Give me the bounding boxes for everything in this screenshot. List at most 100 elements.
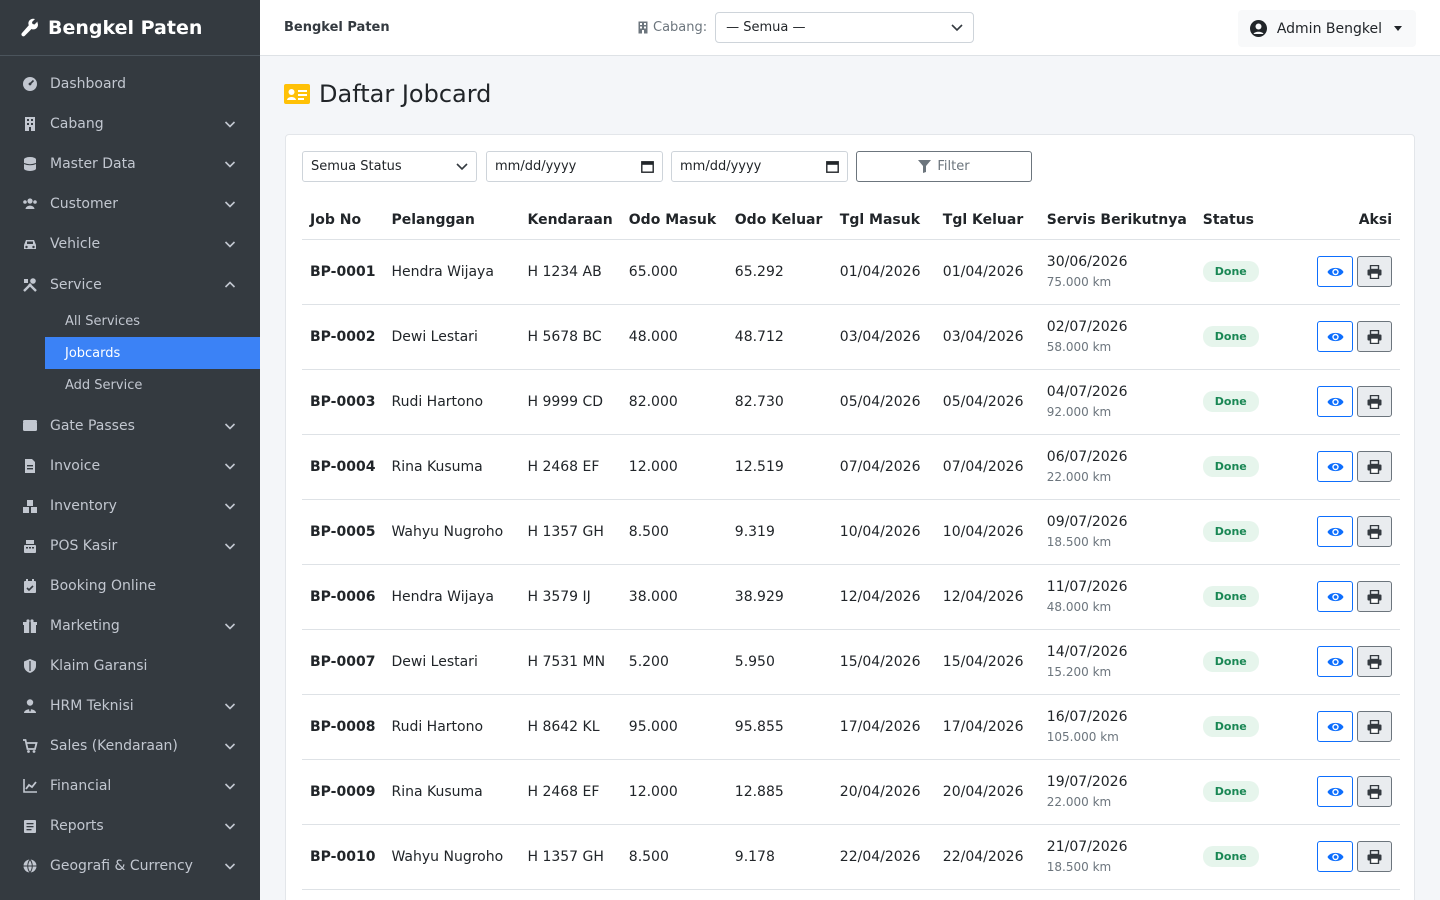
print-button[interactable] — [1357, 711, 1392, 742]
sidebar-item-invoice[interactable]: Invoice — [0, 446, 260, 486]
vehicle-plate: H 1357 GH — [519, 824, 621, 890]
date-in: 20/04/2026 — [831, 759, 935, 825]
submenu-item-add-service[interactable]: Add Service — [45, 369, 260, 401]
status-badge: Done — [1202, 716, 1259, 737]
next-service-km: 75.000 km — [1046, 274, 1112, 289]
view-button[interactable] — [1317, 711, 1353, 742]
print-button[interactable] — [1357, 386, 1392, 417]
view-button[interactable] — [1317, 646, 1353, 677]
actions-cell — [1294, 629, 1400, 695]
date-in: 17/04/2026 — [831, 694, 935, 760]
date-from-input[interactable]: mm/dd/yyyy — [486, 151, 663, 182]
customer-name: Hendra Wijaya — [383, 564, 520, 630]
odo-in: 48.000 — [620, 304, 727, 370]
view-button[interactable] — [1317, 581, 1353, 612]
print-icon — [1367, 654, 1382, 669]
col-kendaraan: Kendaraan — [519, 201, 621, 240]
actions-cell — [1294, 304, 1400, 370]
sidebar-item-klaim-garansi[interactable]: Klaim Garansi — [0, 646, 260, 686]
sidebar-item-master-data[interactable]: Master Data — [0, 144, 260, 184]
print-button[interactable] — [1357, 516, 1392, 547]
table-row: BP-0010 Wahyu Nugroho H 1357 GH 8.500 9.… — [302, 824, 1400, 890]
eye-icon — [1327, 852, 1343, 861]
sidebar-item-geografi-currency[interactable]: Geografi & Currency — [0, 846, 260, 886]
topbar-brand[interactable]: Bengkel Paten — [284, 20, 390, 35]
print-button[interactable] — [1357, 256, 1392, 287]
sidebar-brand[interactable]: Bengkel Paten — [0, 0, 260, 56]
status-filter-select[interactable]: Semua Status — [302, 151, 477, 182]
calendar-icon[interactable] — [826, 160, 839, 173]
chevron-down-icon — [224, 460, 236, 472]
view-button[interactable] — [1317, 451, 1353, 482]
view-button[interactable] — [1317, 386, 1353, 417]
sidebar-item-reports[interactable]: Reports — [0, 806, 260, 846]
submenu-item-jobcards[interactable]: Jobcards — [45, 337, 260, 369]
view-button[interactable] — [1317, 516, 1353, 547]
gift-icon — [22, 618, 38, 634]
next-service-km: 92.000 km — [1046, 404, 1112, 419]
next-service: 06/07/2026 22.000 km — [1038, 434, 1195, 500]
actions-cell — [1294, 499, 1400, 565]
view-button[interactable] — [1317, 256, 1353, 287]
print-button[interactable] — [1357, 581, 1392, 612]
status-cell: Done — [1194, 759, 1295, 825]
status-badge: Done — [1202, 456, 1259, 477]
view-button[interactable] — [1317, 841, 1353, 872]
sidebar-item-hrm-teknisi[interactable]: HRM Teknisi — [0, 686, 260, 726]
status-filter-value: Semua Status — [311, 159, 402, 174]
globe-icon — [22, 858, 38, 874]
branch-select[interactable]: — Semua — — [715, 12, 975, 43]
odo-out: 9.178 — [726, 824, 832, 890]
date-in: 01/04/2026 — [831, 239, 935, 305]
tools-icon — [22, 277, 38, 293]
filter-button[interactable]: Filter — [856, 151, 1032, 182]
job-no: BP-0005 — [302, 499, 384, 565]
next-service: 16/07/2026 105.000 km — [1038, 694, 1195, 760]
next-service-date: 11/07/2026 — [1046, 578, 1128, 595]
job-no: BP-0003 — [302, 369, 384, 435]
id-card-icon — [284, 84, 310, 104]
user-menu-button[interactable]: Admin Bengkel — [1237, 10, 1416, 47]
sidebar-item-dashboard[interactable]: Dashboard — [0, 64, 260, 104]
calendar-icon[interactable] — [641, 160, 654, 173]
date-out: 03/04/2026 — [934, 304, 1039, 370]
chevron-down-icon — [224, 540, 236, 552]
sidebar-item-label: Reports — [50, 818, 104, 834]
print-button[interactable] — [1357, 451, 1392, 482]
actions-cell — [1294, 824, 1400, 890]
print-icon — [1367, 264, 1382, 279]
chevron-down-icon — [456, 162, 468, 170]
print-button[interactable] — [1357, 841, 1392, 872]
user-name: Admin Bengkel — [1276, 20, 1382, 37]
sidebar-item-vehicle[interactable]: Vehicle — [0, 224, 260, 264]
odo-in: 8.500 — [620, 499, 727, 565]
odo-out: 82.730 — [726, 369, 832, 435]
table-row: BP-0006 Hendra Wijaya H 3579 IJ 38.000 3… — [302, 564, 1400, 630]
sidebar-item-gate-passes[interactable]: Gate Passes — [0, 406, 260, 446]
sidebar-item-service[interactable]: Service — [0, 265, 260, 305]
print-button[interactable] — [1357, 321, 1392, 352]
print-button[interactable] — [1357, 646, 1392, 677]
calendar-check-icon — [22, 578, 38, 594]
sidebar-item-booking-online[interactable]: Booking Online — [0, 566, 260, 606]
submenu-item-all-services[interactable]: All Services — [45, 305, 260, 337]
sidebar-item-marketing[interactable]: Marketing — [0, 606, 260, 646]
print-button[interactable] — [1357, 776, 1392, 807]
date-to-input[interactable]: mm/dd/yyyy — [671, 151, 848, 182]
view-button[interactable] — [1317, 776, 1353, 807]
view-button[interactable] — [1317, 321, 1353, 352]
sidebar-item-financial[interactable]: Financial — [0, 766, 260, 806]
sidebar-item-customer[interactable]: Customer — [0, 184, 260, 224]
sidebar-item-sales-kendaraan[interactable]: Sales (Kendaraan) — [0, 726, 260, 766]
branch-select-value: — Semua — — [726, 20, 806, 35]
col-odo-keluar: Odo Keluar — [726, 201, 832, 240]
date-in: 15/04/2026 — [831, 629, 935, 695]
status-badge: Done — [1202, 846, 1259, 867]
customer-name: Rina Kusuma — [383, 759, 520, 825]
sidebar-item-pos-kasir[interactable]: POS Kasir — [0, 526, 260, 566]
users-icon — [22, 196, 38, 212]
job-no: BP-0006 — [302, 564, 384, 630]
sidebar-item-inventory[interactable]: Inventory — [0, 486, 260, 526]
database-icon — [22, 156, 38, 172]
sidebar-item-cabang[interactable]: Cabang — [0, 104, 260, 144]
